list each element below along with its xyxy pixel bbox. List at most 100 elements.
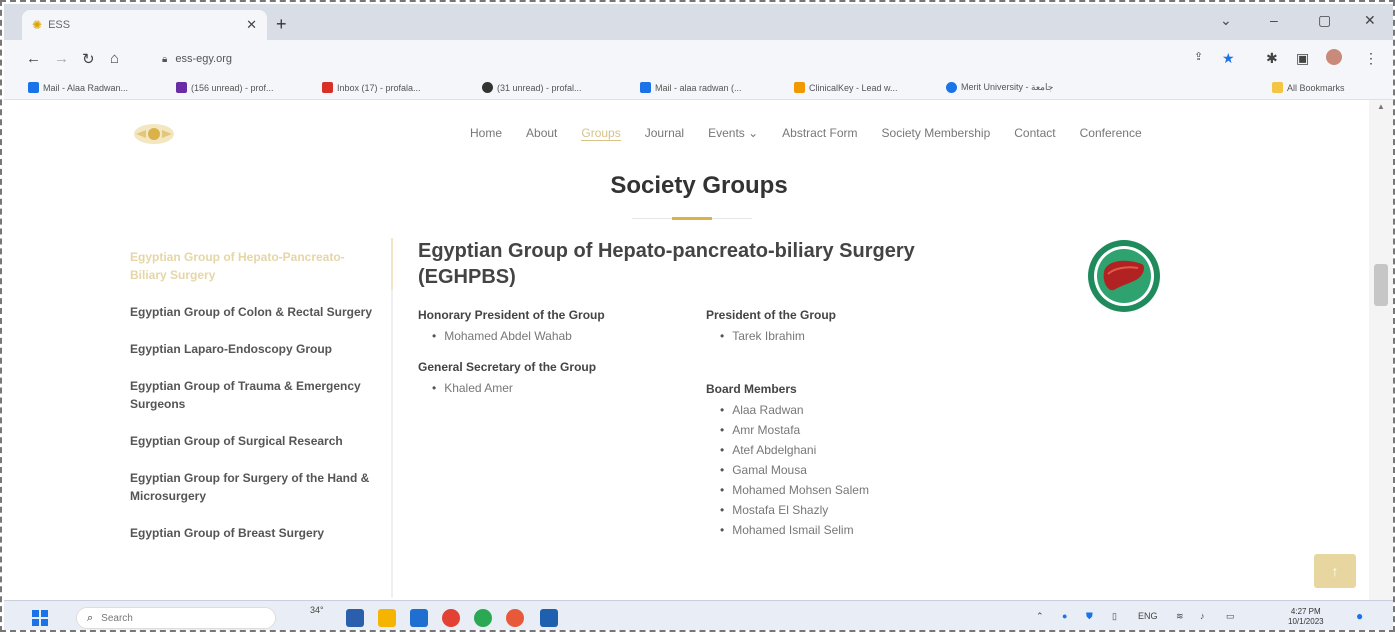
forward-arrow-icon[interactable]: → [54, 50, 69, 67]
list-item: Mohamed Ismail Selim [720, 520, 976, 540]
tray-app-icon[interactable]: ● [1062, 611, 1067, 621]
honorary-president-list: Mohamed Abdel Wahab [432, 326, 688, 346]
system-clock[interactable]: 4:27 PM 10/1/2023 [1288, 607, 1324, 627]
nav-about[interactable]: About [526, 126, 557, 141]
browser-icon[interactable] [442, 609, 460, 627]
minimize-button[interactable]: – [1270, 12, 1278, 28]
notification-icon[interactable]: ● [1356, 609, 1363, 623]
bookmark-item[interactable]: Inbox (17) - profala... [322, 82, 421, 93]
nav-conference[interactable]: Conference [1080, 126, 1142, 141]
language-indicator[interactable]: ENG [1138, 611, 1158, 621]
all-bookmarks-button[interactable]: All Bookmarks [1272, 82, 1345, 93]
sidebar-item-surgical-research[interactable]: Egyptian Group of Surgical Research [130, 432, 380, 450]
gmail-icon [322, 82, 333, 93]
tab-title: ESS [48, 19, 71, 31]
list-item: Alaa Radwan [720, 400, 976, 420]
bookmark-label: (156 unread) - prof... [191, 82, 274, 93]
sidebar-item-colon-rectal[interactable]: Egyptian Group of Colon & Rectal Surgery [130, 303, 380, 321]
bookmark-item[interactable]: ClinicalKey - Lead w... [794, 82, 898, 93]
president-list: Tarek Ibrahim [720, 326, 976, 346]
browser-tab[interactable]: ✺ ESS ✕ [22, 10, 267, 40]
nav-contact[interactable]: Contact [1014, 126, 1055, 141]
nav-events[interactable]: Events ⌄ [708, 126, 758, 141]
sidebar-item-breast-surgery[interactable]: Egyptian Group of Breast Surgery [130, 524, 380, 542]
mail-icon [28, 82, 39, 93]
browser-tab-strip: ✺ ESS ✕ + ⌄ – ▢ ✕ [4, 4, 1393, 40]
store-icon[interactable] [346, 609, 364, 627]
sidebar-item-laparo-endoscopy[interactable]: Egyptian Laparo-Endoscopy Group [130, 340, 380, 358]
file-explorer-icon[interactable] [378, 609, 396, 627]
list-item: Tarek Ibrahim [720, 326, 976, 346]
bookmark-label: Merit University - جامعة [961, 82, 1054, 92]
back-to-top-button[interactable]: ↑ [1314, 554, 1356, 588]
close-tab-icon[interactable]: ✕ [246, 17, 257, 33]
scrollbar-thumb[interactable] [1374, 264, 1388, 306]
site-header: Home About Groups Journal Events ⌄ Abstr… [4, 100, 1369, 168]
app-icon[interactable] [474, 609, 492, 627]
nav-home[interactable]: Home [470, 126, 502, 141]
bookmark-item[interactable]: Mail - Alaa Radwan... [28, 82, 128, 93]
side-panel-icon[interactable]: ▣ [1296, 50, 1309, 67]
bookmark-star-icon[interactable]: ★ [1222, 50, 1235, 67]
reload-icon[interactable]: ↻ [82, 50, 95, 68]
group-title: Egyptian Group of Hepato-pancreato-bilia… [418, 240, 915, 288]
address-bar[interactable]: 🔒︎ ess-egy.org [154, 46, 1184, 72]
windows-start-icon[interactable] [32, 610, 48, 626]
share-icon[interactable]: ⇪ [1194, 50, 1203, 63]
taskbar-search[interactable]: ⌕ Search [76, 607, 276, 629]
folder-icon [1272, 82, 1283, 93]
bookmark-label: Mail - alaa radwan (... [655, 82, 742, 93]
clipboard-icon[interactable]: ▯ [1112, 611, 1117, 622]
list-item: Mostafa El Shazly [720, 500, 976, 520]
bookmark-item[interactable]: Merit University - جامعة [946, 82, 1053, 93]
scroll-up-arrow-icon[interactable]: ▲ [1377, 102, 1385, 111]
bookmark-label: ClinicalKey - Lead w... [809, 82, 898, 93]
sidebar-item-hand-microsurgery[interactable]: Egyptian Group for Surgery of the Hand &… [130, 469, 380, 505]
nav-journal[interactable]: Journal [645, 126, 684, 141]
tab-search-icon[interactable]: ⌄ [1220, 12, 1232, 29]
page-title: Society Groups [610, 172, 788, 199]
sidebar-item-trauma[interactable]: Egyptian Group of Trauma & Emergency Sur… [130, 377, 380, 413]
bookmark-label: All Bookmarks [1287, 82, 1345, 93]
chrome-icon[interactable] [410, 609, 428, 627]
weather-widget[interactable]: 34° [310, 605, 324, 615]
nav-abstract-form[interactable]: Abstract Form [782, 126, 857, 141]
board-members-heading: Board Members [706, 382, 797, 396]
nav-society-membership[interactable]: Society Membership [882, 126, 991, 141]
url-text: ess-egy.org [175, 53, 232, 65]
home-icon[interactable]: ⌂ [110, 50, 119, 67]
search-icon: ⌕ [87, 611, 94, 624]
bookmark-item[interactable]: (31 unread) - profal... [482, 82, 582, 93]
extensions-icon[interactable]: ✱ [1266, 50, 1278, 67]
screen: ✺ ESS ✕ + ⌄ – ▢ ✕ ← → ↻ ⌂ 🔒︎ ess-egy.org… [0, 0, 1395, 632]
profile-avatar[interactable] [1326, 49, 1342, 65]
site-favicon-icon: ✺ [32, 18, 43, 32]
maximize-button[interactable]: ▢ [1318, 12, 1331, 29]
close-window-button[interactable]: ✕ [1364, 12, 1376, 29]
battery-icon[interactable]: ▭ [1226, 611, 1235, 622]
sidebar-item-hpb[interactable]: Egyptian Group of Hepato-Pancreato-Bilia… [130, 248, 380, 284]
list-item: Mohamed Abdel Wahab [432, 326, 688, 346]
outlook-icon[interactable] [540, 609, 558, 627]
bookmark-item[interactable]: Mail - alaa radwan (... [640, 82, 742, 93]
globe-icon [946, 82, 957, 93]
bookmark-item[interactable]: (156 unread) - prof... [176, 82, 274, 93]
nav-groups[interactable]: Groups [581, 126, 621, 141]
title-divider-accent [672, 217, 712, 220]
firefox-icon[interactable] [506, 609, 524, 627]
wifi-icon[interactable]: ≋ [1176, 611, 1184, 622]
mail-icon [176, 82, 187, 93]
bookmark-label: Mail - Alaa Radwan... [43, 82, 129, 93]
show-hidden-icons-icon[interactable]: ⌃ [1036, 611, 1044, 622]
back-arrow-icon[interactable]: ← [26, 50, 41, 67]
honorary-president-heading: Honorary President of the Group [418, 308, 605, 322]
ess-logo[interactable] [132, 122, 176, 146]
clinicalkey-icon [794, 82, 805, 93]
volume-icon[interactable]: ♪ [1200, 611, 1205, 621]
shield-icon[interactable]: ⛊ [1086, 611, 1093, 622]
menu-kebab-icon[interactable]: ⋮ [1364, 50, 1378, 67]
board-members-list: Alaa Radwan Amr Mostafa Atef Abdelghani … [720, 400, 976, 540]
new-tab-button[interactable]: + [276, 14, 287, 35]
page-scrollbar[interactable]: ▲ [1369, 100, 1393, 600]
groups-sidebar: Egyptian Group of Hepato-Pancreato-Bilia… [130, 248, 392, 561]
